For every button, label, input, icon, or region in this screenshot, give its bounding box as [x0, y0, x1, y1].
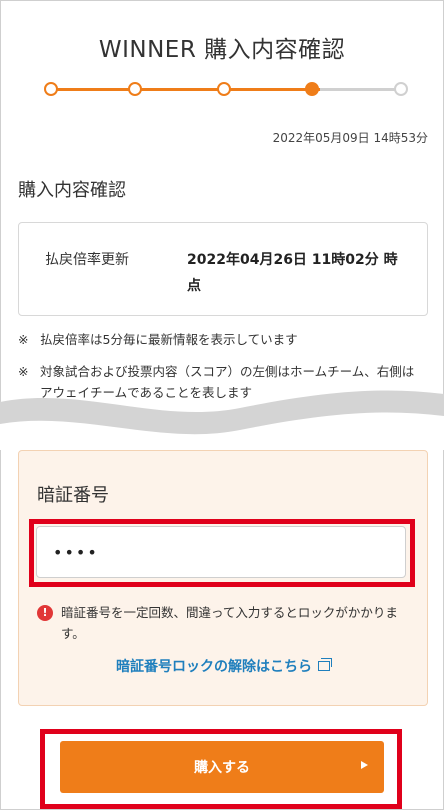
step-line-todo	[320, 88, 400, 91]
play-arrow-icon	[361, 761, 368, 769]
step-line-done	[50, 88, 320, 91]
step-2	[128, 82, 142, 96]
odds-update-value: 2022年04月26日 11時02分 時点	[187, 252, 398, 294]
pin-unlock-link[interactable]: 暗証番号ロックの解除はこちら	[19, 656, 427, 676]
buy-button-label: 購入する	[194, 760, 250, 776]
section-heading: 購入内容確認	[18, 180, 126, 201]
external-window-icon	[318, 658, 332, 671]
note-mark: ※	[18, 332, 29, 347]
pin-warning-text: 暗証番号を一定回数、間違って入力するとロックがかかります。	[61, 605, 398, 641]
pin-panel: 暗証番号 ! 暗証番号を一定回数、間違って入力するとロックがかかります。 暗証番…	[18, 450, 428, 706]
pin-input[interactable]	[36, 526, 406, 578]
step-1	[44, 82, 58, 96]
pin-unlock-link-label[interactable]: 暗証番号ロックの解除はこちら	[116, 659, 312, 675]
step-3	[217, 82, 231, 96]
page-title: WINNER 購入内容確認	[98, 37, 346, 63]
exclamation-circle-icon: !	[37, 605, 53, 621]
note-mark: ※	[18, 364, 29, 379]
odds-update-label: 払戻倍率更新	[45, 252, 129, 268]
step-progress	[44, 82, 408, 98]
note-text: 払戻倍率は5分毎に最新情報を表示しています	[40, 332, 298, 347]
note-item: ※ 払戻倍率は5分毎に最新情報を表示しています	[18, 329, 424, 350]
pin-title: 暗証番号	[37, 485, 109, 506]
step-5	[394, 82, 408, 96]
torn-divider	[0, 390, 444, 450]
odds-info-box: 払戻倍率更新 2022年04月26日 11時02分 時点	[18, 222, 428, 316]
buy-button[interactable]: 購入する	[60, 741, 384, 793]
timestamp: 2022年05月09日 14時53分	[272, 131, 428, 145]
step-4-current	[305, 82, 319, 96]
